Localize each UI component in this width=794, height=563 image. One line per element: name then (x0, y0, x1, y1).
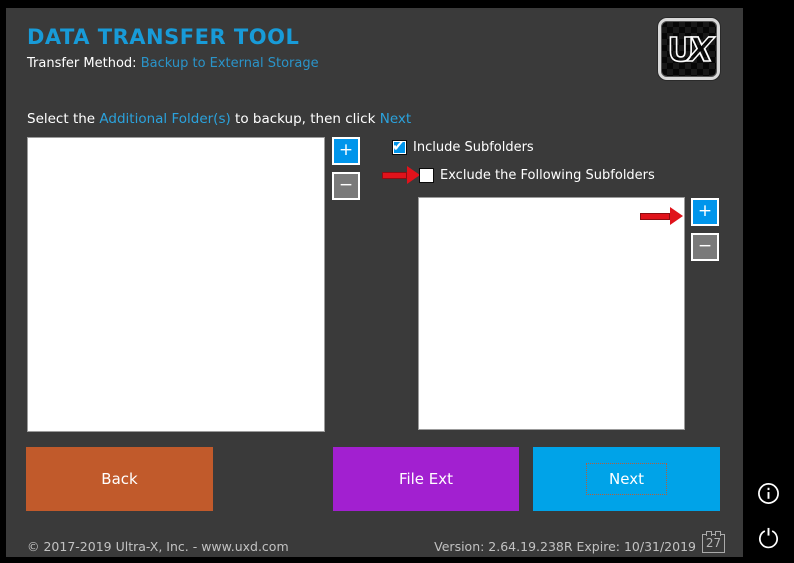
next-link: Next (380, 111, 411, 127)
app-window: DATA TRANSFER TOOL Transfer Method: Back… (0, 0, 794, 563)
red-arrow-add-icon (640, 207, 683, 225)
exclude-subfolders-checkbox[interactable]: ✔ (419, 168, 434, 183)
add-folder-button[interactable]: + (332, 137, 360, 165)
exclude-subfolders-row[interactable]: ✔ Exclude the Following Subfolders (419, 168, 655, 183)
include-subfolders-checkbox[interactable]: ✔ (392, 140, 407, 155)
transfer-method-value: Backup to External Storage (141, 56, 319, 71)
transfer-method-line: Transfer Method: Backup to External Stor… (27, 56, 319, 71)
red-arrow-exclude-icon (382, 166, 420, 184)
next-button[interactable]: Next (533, 447, 720, 511)
remove-folder-button[interactable]: − (332, 172, 360, 200)
include-subfolders-label: Include Subfolders (413, 140, 534, 155)
file-ext-button[interactable]: File Ext (333, 447, 519, 511)
sidebar (743, 0, 794, 563)
additional-folders-list[interactable] (27, 137, 325, 432)
page-title: DATA TRANSFER TOOL (27, 25, 299, 49)
version-text: Version: 2.64.19.238R Expire: 10/31/2019 (434, 539, 696, 554)
remove-exclude-subfolder-button[interactable]: − (691, 233, 719, 261)
power-icon[interactable] (757, 526, 780, 549)
transfer-method-label: Transfer Method: (27, 56, 141, 71)
additional-folders-link: Additional Folder(s) (99, 111, 230, 127)
copyright-text: © 2017-2019 Ultra-X, Inc. - www.uxd.com (27, 539, 289, 554)
back-button[interactable]: Back (26, 447, 213, 511)
include-subfolders-row[interactable]: ✔ Include Subfolders (392, 140, 534, 155)
ux-logo-text: UX (667, 30, 710, 69)
checkmark-icon: ✔ (392, 137, 405, 155)
calendar-days-icon: 27 (702, 534, 725, 553)
exclude-subfolders-label: Exclude the Following Subfolders (440, 168, 655, 183)
ux-logo: UX (658, 18, 720, 80)
add-exclude-subfolder-button[interactable]: + (691, 198, 719, 226)
info-icon[interactable] (757, 482, 780, 505)
exclude-subfolders-list[interactable] (418, 197, 685, 430)
instruction-text: Select the Additional Folder(s) to backu… (27, 111, 411, 127)
main-panel: DATA TRANSFER TOOL Transfer Method: Back… (6, 8, 743, 557)
